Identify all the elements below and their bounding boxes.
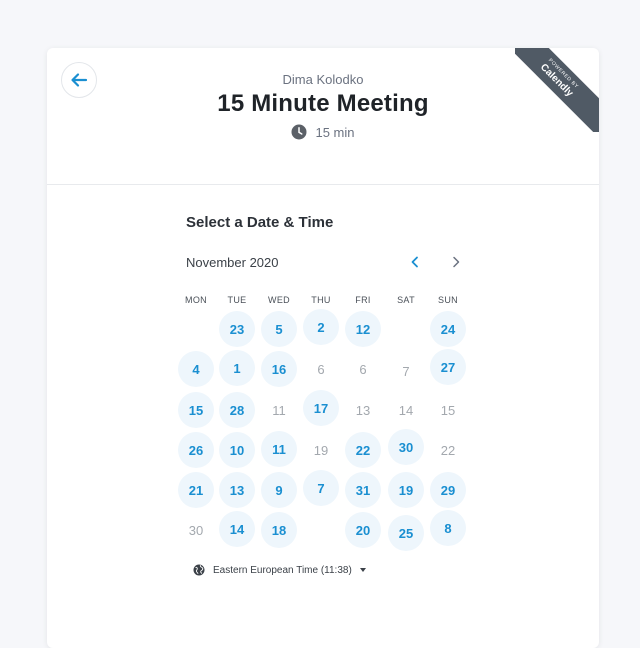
weekday-label: WED bbox=[268, 295, 290, 305]
unavailable-date: 7 bbox=[402, 363, 410, 379]
available-date[interactable]: 4 bbox=[178, 351, 214, 387]
available-date[interactable]: 25 bbox=[388, 515, 424, 551]
available-date[interactable]: 9 bbox=[261, 472, 297, 508]
duration: 15 min bbox=[47, 124, 599, 140]
available-date[interactable]: 24 bbox=[430, 311, 466, 347]
available-date[interactable]: 31 bbox=[345, 472, 381, 508]
unavailable-date: 22 bbox=[440, 442, 456, 458]
available-date[interactable]: 14 bbox=[219, 511, 255, 547]
unavailable-date: 13 bbox=[355, 402, 371, 418]
unavailable-date: 6 bbox=[317, 361, 325, 377]
available-date[interactable]: 29 bbox=[430, 472, 466, 508]
available-date[interactable]: 28 bbox=[219, 392, 255, 428]
available-date[interactable]: 1 bbox=[219, 350, 255, 386]
host-name: Dima Kolodko bbox=[282, 72, 364, 87]
available-date[interactable]: 23 bbox=[219, 311, 255, 347]
weekday-label: SUN bbox=[438, 295, 458, 305]
weekday-label: TUE bbox=[227, 295, 247, 305]
available-date[interactable]: 26 bbox=[178, 432, 214, 468]
unavailable-date: 30 bbox=[188, 522, 204, 538]
booking-card: Powered by Calendly Dima Kolodko 15 Minu… bbox=[47, 48, 599, 648]
timezone-label: Eastern European Time (11:38) bbox=[213, 564, 352, 576]
previous-month-button[interactable] bbox=[405, 252, 425, 272]
available-date[interactable]: 2 bbox=[303, 309, 339, 345]
weekday-label: FRI bbox=[355, 295, 371, 305]
caret-down-icon bbox=[359, 568, 366, 572]
next-month-button[interactable] bbox=[446, 252, 466, 272]
available-date[interactable]: 12 bbox=[345, 311, 381, 347]
chevron-right-icon bbox=[453, 256, 460, 268]
available-date[interactable]: 30 bbox=[388, 429, 424, 465]
available-date[interactable]: 18 bbox=[261, 512, 297, 548]
available-date[interactable]: 19 bbox=[388, 472, 424, 508]
globe-icon bbox=[193, 564, 205, 576]
available-date[interactable]: 27 bbox=[430, 349, 466, 385]
chevron-left-icon bbox=[411, 256, 418, 268]
unavailable-date: 11 bbox=[272, 402, 286, 418]
available-date[interactable]: 8 bbox=[430, 510, 466, 546]
available-date[interactable]: 13 bbox=[219, 472, 255, 508]
duration-text: 15 min bbox=[315, 124, 355, 140]
month-label: November 2020 bbox=[186, 255, 279, 270]
section-title: Select a Date & Time bbox=[186, 214, 334, 231]
weekday-label: THU bbox=[311, 295, 331, 305]
unavailable-date: 19 bbox=[313, 442, 329, 458]
weekday-label: MON bbox=[185, 295, 207, 305]
header-divider bbox=[47, 184, 599, 185]
available-date[interactable]: 16 bbox=[261, 351, 297, 387]
timezone-selector[interactable]: Eastern European Time (11:38) bbox=[193, 564, 366, 576]
available-date[interactable]: 22 bbox=[345, 432, 381, 468]
unavailable-date: 15 bbox=[440, 402, 456, 418]
event-title: 15 Minute Meeting bbox=[217, 90, 429, 117]
available-date[interactable]: 10 bbox=[219, 432, 255, 468]
available-date[interactable]: 21 bbox=[178, 472, 214, 508]
available-date[interactable]: 11 bbox=[261, 431, 297, 467]
available-date[interactable]: 17 bbox=[303, 390, 339, 426]
available-date[interactable]: 5 bbox=[261, 311, 297, 347]
available-date[interactable]: 20 bbox=[345, 512, 381, 548]
weekday-label: SAT bbox=[397, 295, 415, 305]
available-date[interactable]: 7 bbox=[303, 470, 339, 506]
clock-icon bbox=[291, 124, 307, 140]
unavailable-date: 6 bbox=[359, 361, 367, 377]
unavailable-date: 14 bbox=[398, 402, 414, 418]
available-date[interactable]: 15 bbox=[178, 392, 214, 428]
